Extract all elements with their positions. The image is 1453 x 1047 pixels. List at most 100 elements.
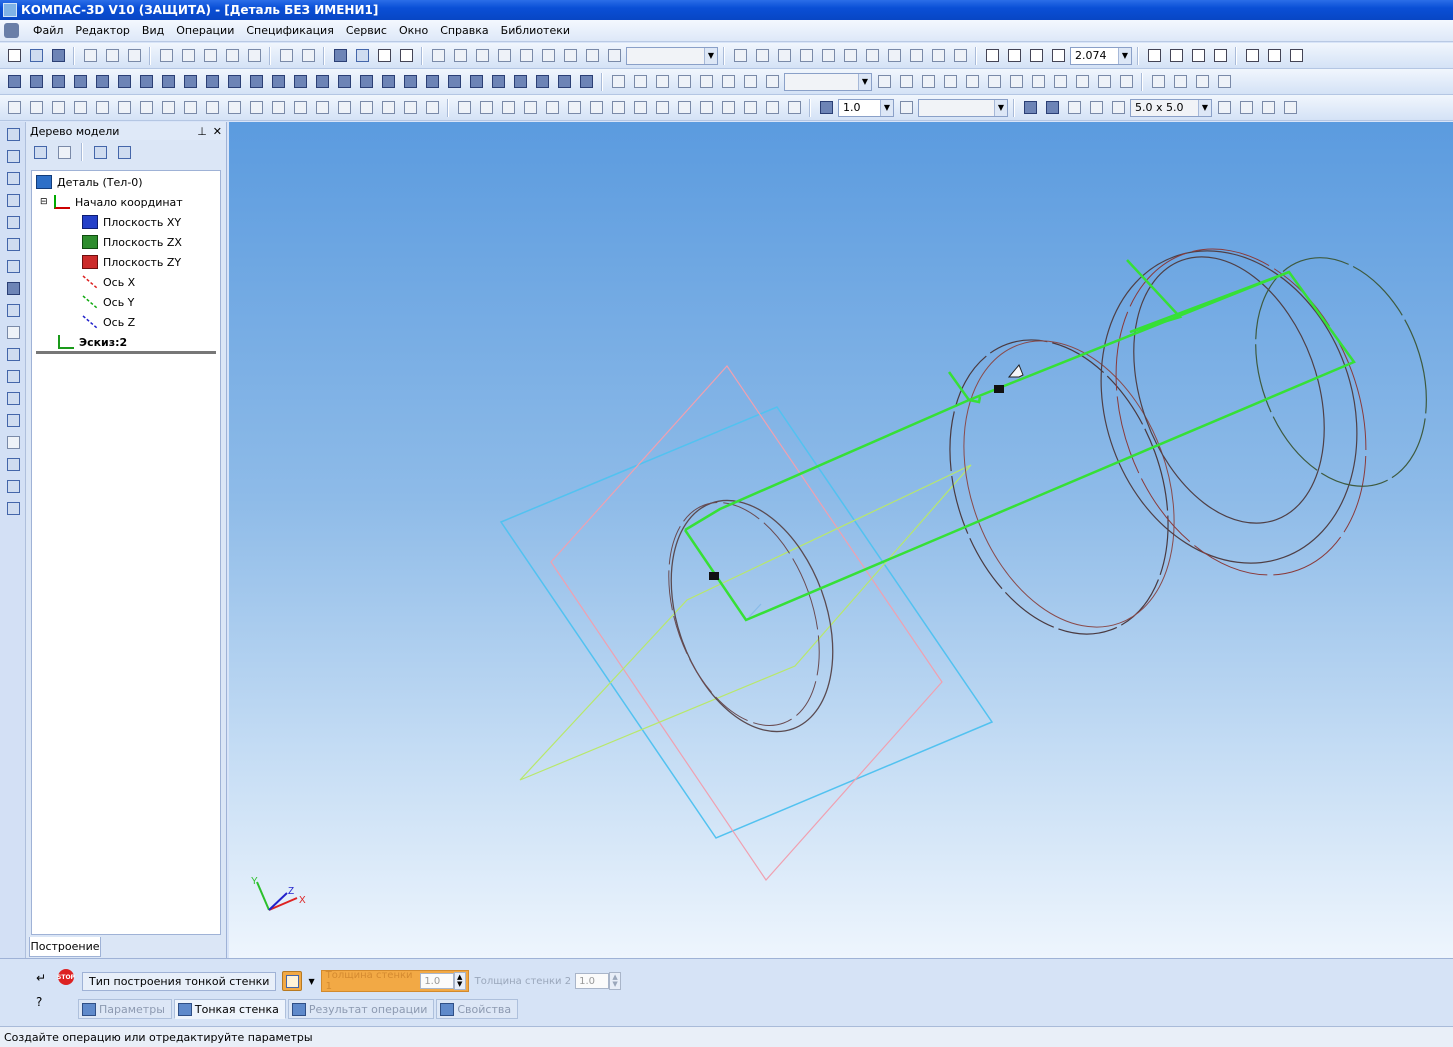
frame-icon[interactable]	[136, 72, 156, 92]
help-icon[interactable]: ?	[36, 995, 42, 1009]
detail-editing-panel-icon[interactable]	[3, 278, 23, 298]
more-icon[interactable]	[1214, 72, 1234, 92]
cut-icon[interactable]	[156, 46, 176, 66]
annotation-5-icon[interactable]	[696, 72, 716, 92]
pin-icon[interactable]: ⊥	[197, 125, 207, 138]
menu-libraries[interactable]: Библиотеки	[495, 24, 576, 37]
ortho-icon[interactable]	[1236, 98, 1256, 118]
chevron-down-icon[interactable]: ▼	[858, 73, 871, 90]
crosshair-icon[interactable]	[488, 72, 508, 92]
edit-7-icon[interactable]	[630, 98, 650, 118]
grid-table-icon[interactable]	[604, 46, 624, 66]
redo-icon[interactable]	[298, 46, 318, 66]
zoom-window-icon[interactable]	[982, 46, 1002, 66]
tab-properties[interactable]: Свойства	[436, 999, 519, 1019]
format-8-icon[interactable]	[1028, 72, 1048, 92]
edit-1-icon[interactable]	[498, 98, 518, 118]
rectangle-icon[interactable]	[158, 98, 178, 118]
selection-panel-icon[interactable]	[3, 256, 23, 276]
leader-icon[interactable]	[312, 72, 332, 92]
sheet-metal-panel-icon[interactable]	[3, 388, 23, 408]
frame-6-icon[interactable]	[246, 72, 266, 92]
open-icon[interactable]	[26, 46, 46, 66]
align-bottom-icon[interactable]	[582, 46, 602, 66]
line-style-combo[interactable]: ▼	[626, 46, 718, 65]
align-left-icon[interactable]	[472, 46, 492, 66]
tree-item-sketch[interactable]: Эскиз:2	[58, 333, 127, 351]
leader-2-icon[interactable]	[334, 72, 354, 92]
table-tool-icon[interactable]	[1170, 72, 1190, 92]
draw-5-icon[interactable]	[92, 98, 112, 118]
frame-3-icon[interactable]	[180, 72, 200, 92]
grid-icon[interactable]	[1108, 98, 1128, 118]
node-5-icon[interactable]	[444, 72, 464, 92]
frame-2-icon[interactable]	[158, 72, 178, 92]
bracket-icon[interactable]	[26, 72, 46, 92]
tool-5-icon[interactable]	[818, 46, 838, 66]
draw-6-icon[interactable]	[114, 98, 134, 118]
axis-line-icon[interactable]	[476, 98, 496, 118]
format-2-icon[interactable]	[896, 72, 916, 92]
tool-3-icon[interactable]	[774, 46, 794, 66]
geometry-panel-icon[interactable]	[3, 124, 23, 144]
edit-3-icon[interactable]	[542, 98, 562, 118]
system-menu-icon[interactable]	[4, 23, 19, 38]
close-icon[interactable]: ✕	[213, 125, 222, 138]
crosshair-2-icon[interactable]	[510, 72, 530, 92]
menu-specification[interactable]: Спецификация	[240, 24, 339, 37]
node-8-icon[interactable]	[554, 72, 574, 92]
format-11-icon[interactable]	[1094, 72, 1114, 92]
editing-panel-icon[interactable]	[3, 190, 23, 210]
tree-item-plane-zy[interactable]: Плоскость ZY	[82, 253, 181, 271]
draw-2-icon[interactable]	[26, 98, 46, 118]
dimension-icon[interactable]	[1258, 98, 1278, 118]
fillet-icon[interactable]	[378, 98, 398, 118]
tab-thin-wall[interactable]: Тонкая стенка	[173, 999, 286, 1019]
measure-panel-icon[interactable]	[3, 234, 23, 254]
tree-item-axis-y[interactable]: Ось Y	[82, 293, 134, 311]
tab-parameters[interactable]: Параметры	[78, 999, 172, 1019]
angle-combo[interactable]: ▼	[918, 98, 1008, 117]
reports-panel-icon[interactable]	[3, 454, 23, 474]
local-cs-icon[interactable]	[1214, 98, 1234, 118]
specification-panel-icon[interactable]	[3, 432, 23, 452]
tree-filter-icon[interactable]	[90, 142, 110, 162]
edit-6-icon[interactable]	[608, 98, 628, 118]
tab-operation-result[interactable]: Результат операции	[287, 999, 435, 1019]
menu-window[interactable]: Окно	[393, 24, 434, 37]
tool-8-icon[interactable]	[884, 46, 904, 66]
edit-12-icon[interactable]	[740, 98, 760, 118]
chevron-down-icon[interactable]: ▼	[1198, 99, 1211, 116]
paste-icon[interactable]	[200, 46, 220, 66]
chamfer-icon[interactable]	[400, 98, 420, 118]
tree-properties-icon[interactable]	[114, 142, 134, 162]
tab-construction[interactable]: Построение	[29, 937, 101, 957]
line-icon[interactable]	[136, 98, 156, 118]
frame-5-icon[interactable]	[224, 72, 244, 92]
zoom-combo[interactable]: 2.074 ▼	[1070, 46, 1132, 65]
zoom-scale-icon[interactable]	[1048, 46, 1068, 66]
step-combo[interactable]: 1.0 ▼	[838, 98, 894, 117]
model-viewport[interactable]: Y Z X	[229, 122, 1453, 958]
tree-item-plane-xy[interactable]: Плоскость XY	[82, 213, 181, 231]
chevron-down-icon[interactable]: ▼	[880, 99, 893, 116]
chevron-down-icon[interactable]: ▼	[308, 977, 314, 986]
edit-8-icon[interactable]	[652, 98, 672, 118]
save-icon[interactable]	[48, 46, 68, 66]
format-4-icon[interactable]	[940, 72, 960, 92]
manager-icon[interactable]	[330, 46, 350, 66]
tool-6-icon[interactable]	[840, 46, 860, 66]
menu-service[interactable]: Сервис	[340, 24, 393, 37]
edit-11-icon[interactable]	[718, 98, 738, 118]
shaded-icon[interactable]	[1286, 46, 1306, 66]
rotate-icon[interactable]	[1210, 46, 1230, 66]
edit-5-icon[interactable]	[586, 98, 606, 118]
edit-10-icon[interactable]	[696, 98, 716, 118]
edit-2-icon[interactable]	[520, 98, 540, 118]
draw-3-icon[interactable]	[48, 98, 68, 118]
edit-9-icon[interactable]	[674, 98, 694, 118]
properties-icon[interactable]	[244, 46, 264, 66]
node-7-icon[interactable]	[532, 72, 552, 92]
fit-all-icon[interactable]	[1188, 46, 1208, 66]
pan-icon[interactable]	[1166, 46, 1186, 66]
